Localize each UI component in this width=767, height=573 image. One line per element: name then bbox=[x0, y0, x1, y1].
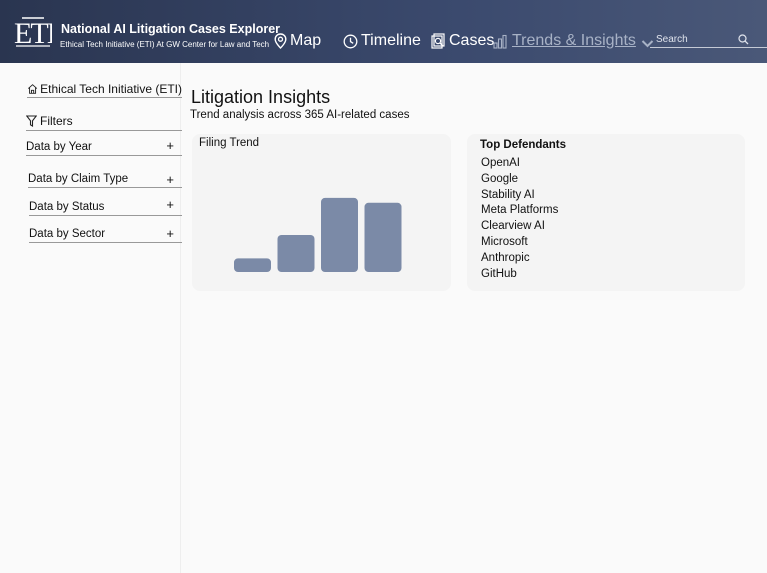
app-subtitle: Ethical Tech Initiative (ETI) At GW Cent… bbox=[60, 40, 270, 49]
sidebar-home-link[interactable]: Ethical Tech Initiative (ETI) bbox=[27, 81, 182, 98]
defendant-item[interactable]: Anthropic bbox=[481, 251, 558, 267]
filter-icon bbox=[26, 115, 37, 127]
sidebar-item-label: Data by Year bbox=[26, 141, 92, 153]
defendant-item[interactable]: Clearview AI bbox=[481, 219, 558, 235]
search-box bbox=[650, 31, 767, 48]
page-title: Litigation Insights bbox=[191, 87, 331, 107]
nav-map-label: Map bbox=[290, 32, 322, 49]
filing-trend-chart bbox=[234, 197, 402, 272]
expand-plus-icon[interactable]: + bbox=[166, 197, 174, 212]
defendant-item[interactable]: Meta Platforms bbox=[481, 203, 558, 219]
top-defendants-title: Top Defendants bbox=[480, 139, 567, 151]
sidebar-item-label: Data by Status bbox=[29, 201, 105, 213]
nav-trends-insights[interactable]: Trends & Insights bbox=[493, 30, 654, 52]
cases-icon bbox=[431, 33, 445, 49]
app-header: ETI National AI Litigation Cases Explore… bbox=[0, 0, 767, 63]
defendant-item[interactable]: OpenAI bbox=[481, 156, 558, 172]
expand-plus-icon[interactable]: + bbox=[166, 138, 174, 153]
svg-text:ETI: ETI bbox=[14, 17, 52, 49]
nav-timeline[interactable]: Timeline bbox=[343, 30, 421, 52]
sidebar-item-label: Data by Sector bbox=[29, 228, 106, 240]
map-pin-icon bbox=[274, 33, 287, 49]
defendant-item[interactable]: Stability AI bbox=[481, 188, 558, 204]
nav-cases-label: Cases bbox=[449, 32, 495, 49]
chart-bar-2[interactable] bbox=[277, 234, 315, 272]
filters-label: Filters bbox=[40, 114, 73, 128]
sidebar-item-year[interactable]: Data by Year + bbox=[26, 138, 182, 156]
nav-trends-label: Trends & Insights bbox=[512, 32, 636, 49]
sidebar-home-label: Ethical Tech Initiative (ETI) bbox=[40, 82, 182, 96]
expand-plus-icon[interactable]: + bbox=[166, 172, 174, 187]
bar-chart-icon bbox=[493, 34, 507, 49]
chart-bar-3[interactable] bbox=[321, 197, 358, 272]
sidebar-item-sector[interactable]: Data by Sector + bbox=[29, 226, 182, 243]
nav-timeline-label: Timeline bbox=[361, 32, 421, 49]
filters-heading: Filters bbox=[26, 112, 182, 131]
app-title: National AI Litigation Cases Explorer bbox=[61, 22, 281, 36]
filing-trend-title: Filing Trend bbox=[199, 137, 260, 149]
nav-map[interactable]: Map bbox=[274, 30, 321, 52]
search-icon[interactable] bbox=[738, 34, 749, 45]
defendant-item[interactable]: Google bbox=[481, 172, 558, 188]
sidebar-item-status[interactable]: Data by Status + bbox=[29, 197, 182, 216]
chart-bar-1[interactable] bbox=[234, 258, 271, 272]
sidebar-item-label: Data by Claim Type bbox=[28, 173, 129, 185]
home-icon bbox=[27, 84, 38, 94]
defendant-item[interactable]: Microsoft bbox=[481, 235, 558, 251]
chart-bar-4[interactable] bbox=[364, 202, 402, 272]
clock-icon bbox=[343, 34, 358, 48]
eti-logo-icon: ETI bbox=[14, 17, 52, 49]
page-subtitle: Trend analysis across 365 AI-related cas… bbox=[190, 109, 410, 121]
defendants-list: OpenAI Google Stability AI Meta Platform… bbox=[481, 156, 558, 282]
expand-plus-icon[interactable]: + bbox=[166, 226, 174, 241]
eti-logo[interactable]: ETI bbox=[14, 15, 52, 49]
search-input[interactable] bbox=[656, 32, 736, 46]
nav-cases[interactable]: Cases bbox=[430, 30, 494, 52]
sidebar-item-claim-type[interactable]: Data by Claim Type + bbox=[28, 172, 182, 188]
defendant-item[interactable]: GitHub bbox=[481, 267, 558, 283]
